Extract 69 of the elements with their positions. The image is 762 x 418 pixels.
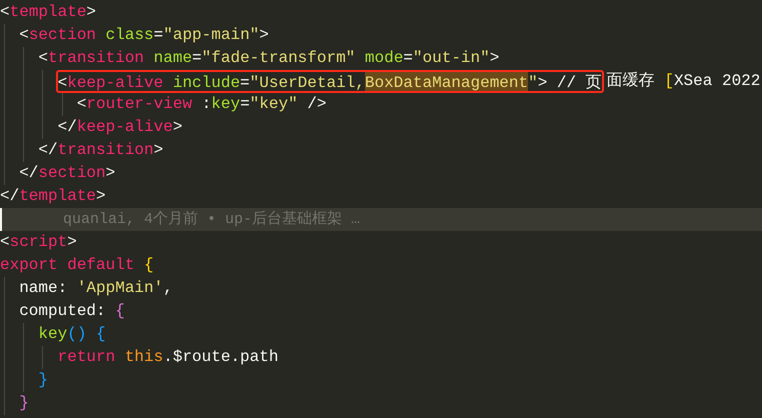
code-token: </ xyxy=(38,140,58,161)
code-token: } xyxy=(19,393,29,414)
code-token: keep-alive xyxy=(76,117,173,138)
code-token: = xyxy=(240,73,250,91)
code-token: 面缓存 xyxy=(606,70,656,92)
code-token: router-view xyxy=(86,94,192,115)
code-token: < xyxy=(76,94,86,115)
code-token: < xyxy=(38,48,48,69)
code-token: = xyxy=(403,48,413,69)
code-token: include xyxy=(172,73,240,91)
code-token: < xyxy=(58,73,68,91)
code-token: name: xyxy=(19,278,68,299)
code-token: " xyxy=(528,73,538,91)
code-token: > xyxy=(96,186,106,207)
code-token: </ xyxy=(58,117,77,138)
code-token: key xyxy=(211,94,240,115)
code-token: > xyxy=(86,2,96,23)
code-token: > xyxy=(154,140,164,161)
code-token: section xyxy=(28,25,96,46)
code-token: , xyxy=(163,278,173,299)
code-token: < xyxy=(19,25,29,46)
code-token: 'AppMain' xyxy=(76,278,164,299)
code-token: section xyxy=(38,163,106,184)
code-token: > xyxy=(67,232,77,253)
code-token: [ xyxy=(664,71,674,92)
code-token: template xyxy=(10,2,86,23)
code-token: = xyxy=(240,94,250,115)
code-token: { xyxy=(115,301,125,322)
code-token: "out-in" xyxy=(412,48,490,69)
code-token: : xyxy=(200,94,212,115)
code-token: keep-alive xyxy=(67,73,164,91)
code-token: transition xyxy=(48,48,144,69)
code-token: "key" xyxy=(250,94,298,115)
code-token: return xyxy=(58,347,116,368)
code-token: key xyxy=(38,324,68,345)
code-token: mode xyxy=(364,48,404,69)
code-token: { xyxy=(144,255,154,276)
code-token: export default xyxy=(0,255,136,276)
code-token: /> xyxy=(306,94,326,115)
code-token: </ xyxy=(19,163,38,184)
code-token: < xyxy=(0,232,10,253)
code-token: class xyxy=(104,25,154,46)
code-token: computed: xyxy=(19,301,107,322)
code-token: script xyxy=(10,232,68,253)
code-token: "app-main" xyxy=(163,25,260,46)
code-token: = xyxy=(154,25,164,46)
code-token: "fade-transform" xyxy=(202,48,356,69)
indent-guide xyxy=(62,93,63,116)
code-token: transition xyxy=(58,140,154,161)
code-token: > xyxy=(172,117,182,138)
blame-annotation: quanlai, 4个月前 • up-后台基础框架 … xyxy=(62,210,360,230)
code-token: > // 页 xyxy=(538,73,602,91)
code-token: < xyxy=(0,2,10,23)
code-token: name xyxy=(152,48,192,69)
code-token: .$route.path xyxy=(163,347,278,368)
code-token: XSea 2022 xyxy=(674,71,760,92)
code-token: </ xyxy=(0,186,20,207)
text-cursor xyxy=(0,208,2,231)
code-token: } xyxy=(38,370,48,391)
code-token: > xyxy=(259,25,269,46)
code-token: this xyxy=(124,347,164,368)
indent-guide xyxy=(42,346,44,369)
code-token: () { xyxy=(67,324,106,345)
search-match-text: BoxDataManagement xyxy=(364,72,528,91)
code-token: > xyxy=(106,163,116,184)
code-token: > xyxy=(490,48,500,69)
code-token: template xyxy=(19,186,96,207)
code-token: "UserDetail, xyxy=(250,73,365,91)
code-token: = xyxy=(192,48,202,69)
